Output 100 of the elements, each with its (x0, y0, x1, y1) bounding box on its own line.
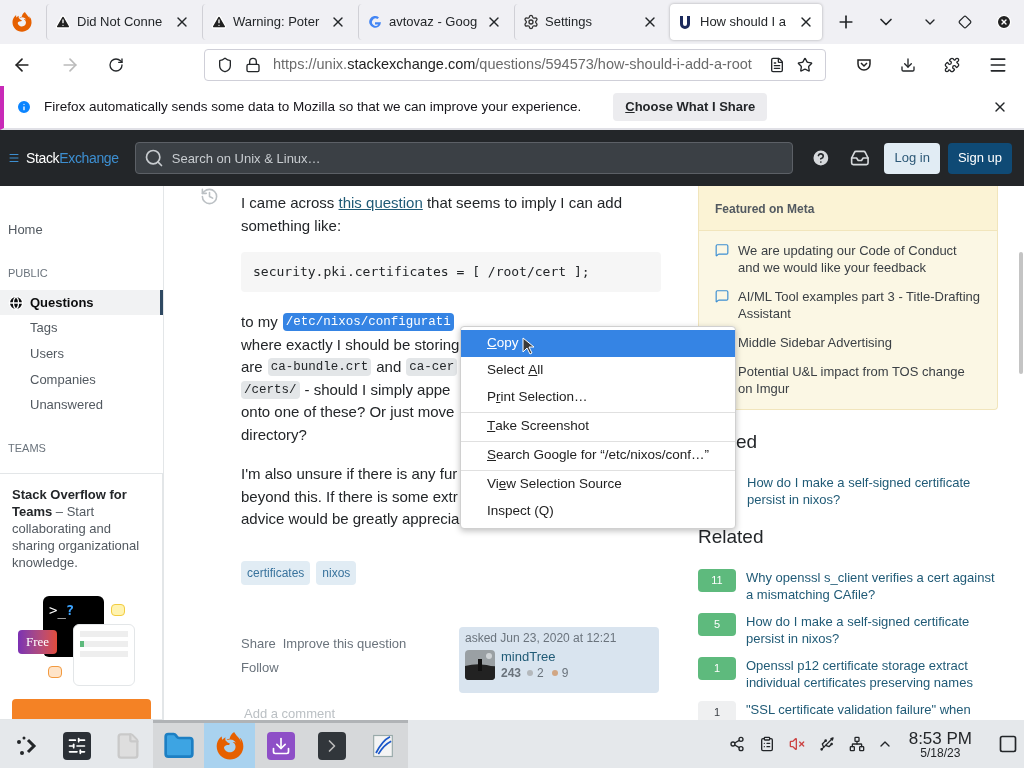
nav-heading: TEAMS (7, 441, 47, 457)
meta-post-link[interactable]: Middle Sidebar Advertising (738, 334, 892, 351)
menu-item[interactable]: Inspect (Q) (461, 498, 735, 525)
choose-what-i-share-button[interactable]: Choose What I Share (613, 93, 768, 121)
lock-icon (245, 57, 261, 73)
google-icon (367, 14, 383, 30)
globe-icon (8, 294, 24, 311)
nav-heading: PUBLIC (7, 265, 49, 281)
reader-view-icon[interactable] (769, 57, 785, 73)
meta-post-link[interactable]: We are updating our Code of Conduct and we would like your feedback (738, 242, 981, 276)
teams-promo-text: Stack Overflow for Teams – Start collaborating and sharing organizational knowledge. (12, 486, 141, 572)
search-input[interactable]: Search on Unix & Linux… (171, 144, 785, 172)
inline-code: /etc/nixos/configurati (282, 313, 454, 332)
browser-tab[interactable]: How should I a (670, 4, 822, 40)
reputation: 243 (501, 664, 522, 681)
question-text: - should I simply appe (304, 379, 451, 400)
usb-icon[interactable] (818, 736, 835, 752)
tag[interactable]: nixos (316, 560, 357, 585)
question-text: advice would be greatly apprecia (241, 509, 460, 529)
diamond-icon[interactable] (958, 15, 972, 29)
menu-item[interactable]: Copy (461, 330, 735, 357)
question-link[interactable]: this question (338, 194, 423, 211)
meta-post-link[interactable]: AI/ML Tool examples part 3 - Title-Drafting Assistant (738, 288, 981, 322)
browser-tab[interactable]: Settings (514, 4, 666, 40)
clock[interactable]: 8:53 PM 5/18/23 (908, 729, 972, 759)
menu-item[interactable]: Select All (461, 357, 735, 384)
teams-illustration-drawing: >_? Free (18, 596, 136, 685)
settings-icon (62, 731, 91, 760)
stackexchange-logo[interactable]: StackExchange (8, 147, 119, 169)
panel-title: Featured on Meta (699, 186, 997, 231)
user-name[interactable]: mindTree (501, 648, 569, 665)
log-in-button[interactable]: Log in (884, 142, 940, 174)
address-bar[interactable]: https://unix.stackexchange.com/questions/594573/how-should-i-add-a-root (204, 49, 826, 81)
bookmark-star-icon[interactable] (797, 57, 813, 73)
browser-tab[interactable]: Did Not Conne (46, 4, 198, 40)
shield-icon[interactable] (217, 57, 233, 73)
close-icon[interactable] (996, 14, 1012, 30)
menu-item[interactable]: Take Screenshot (461, 413, 735, 440)
section-heading: ed (736, 430, 759, 454)
warning-icon (211, 14, 227, 30)
menu-item[interactable]: Print Selection… (461, 384, 735, 411)
info-icon (16, 99, 32, 115)
nav-link[interactable]: Home (0, 217, 163, 243)
show-desktop-icon[interactable] (998, 734, 1018, 754)
nav-link[interactable]: Companies (0, 366, 163, 393)
post-menu-link[interactable]: Share (241, 632, 276, 655)
post-menu-link[interactable]: Improve this question (282, 632, 407, 655)
question-text: where exactly I should be storing (241, 334, 460, 355)
related-question-link[interactable]: "SSL certificate validation failure" when (746, 701, 998, 718)
chat-icon (715, 243, 729, 257)
menu-item[interactable]: Search Google for “/etc/nixos/conf…” (461, 442, 735, 469)
question-text: onto one of these? Or just move (241, 402, 455, 422)
question-text: and (376, 357, 402, 377)
installer-icon (266, 731, 295, 760)
network-icon[interactable] (848, 736, 865, 752)
connect-icon[interactable] (728, 736, 745, 752)
section-heading: Related (698, 524, 765, 549)
code-block: security.pki.certificates = [ /root/cert ]; (241, 252, 661, 292)
vote-count: 11 (698, 569, 736, 592)
inline-code: /certs/ (241, 380, 300, 399)
asked-date: asked Jun 23, 2020 at 12:21 (465, 629, 618, 646)
inbox-icon[interactable] (849, 148, 870, 168)
pocket-icon[interactable] (856, 57, 872, 73)
badge-count: 2 (537, 664, 544, 681)
clipboard-icon[interactable] (758, 736, 775, 752)
firefox-icon[interactable] (12, 12, 32, 32)
nav-link[interactable]: Questions (0, 289, 163, 316)
nav-link[interactable]: Tags (0, 315, 163, 341)
muted-speaker-icon[interactable] (788, 736, 805, 752)
linked-question-link[interactable]: How do I make a self-signed certificate persist in nixos? (747, 473, 999, 508)
browser-tab[interactable]: avtovaz - Goog (358, 4, 510, 40)
settings-icon (523, 14, 539, 30)
post-menu-link[interactable]: Follow (241, 657, 459, 680)
menu-item[interactable]: View Selection Source (461, 471, 735, 498)
mouse-pointer-icon (522, 337, 534, 355)
related-question-link[interactable]: Why openssl s_client verifies a cert against a mismatching CAfile? (746, 569, 998, 603)
reload-icon[interactable] (108, 57, 124, 73)
download-icon[interactable] (900, 57, 916, 73)
browser-tab[interactable]: Warning: Poter (202, 4, 354, 40)
vote-count: 5 (698, 613, 736, 636)
meta-post-link[interactable]: Potential U&L impact from TOS change on Imgur (738, 363, 981, 397)
tag[interactable]: certificates (241, 560, 311, 585)
extensions-icon[interactable] (944, 57, 960, 73)
scrollbar-thumb[interactable] (1019, 252, 1023, 374)
help-icon[interactable] (811, 148, 831, 168)
search-field[interactable]: Search on Unix & Linux… (134, 142, 794, 174)
notification-text: Firefox automatically sends some data to Mozilla so that we can improve your experience. (44, 97, 582, 116)
related-question-link[interactable]: Openssl p12 certificate storage extract individual certificates preserving names (746, 657, 998, 691)
menu-icon[interactable] (988, 55, 1008, 75)
search-icon (143, 148, 164, 168)
terminal-icon (317, 731, 346, 760)
related-question-link[interactable]: How do I make a self-signed certificate persist in nixos? (746, 613, 998, 647)
nav-link[interactable]: Users (0, 341, 163, 367)
sign-up-button[interactable]: Sign up (947, 142, 1012, 174)
chat-icon (715, 289, 729, 303)
inline-code: ca-cer (406, 358, 458, 377)
question-text: I'm also unsure if there is any fur (241, 464, 458, 484)
warning-icon (55, 14, 71, 30)
vote-count: 1 (698, 701, 736, 720)
nav-link[interactable]: Unanswered (0, 392, 163, 419)
